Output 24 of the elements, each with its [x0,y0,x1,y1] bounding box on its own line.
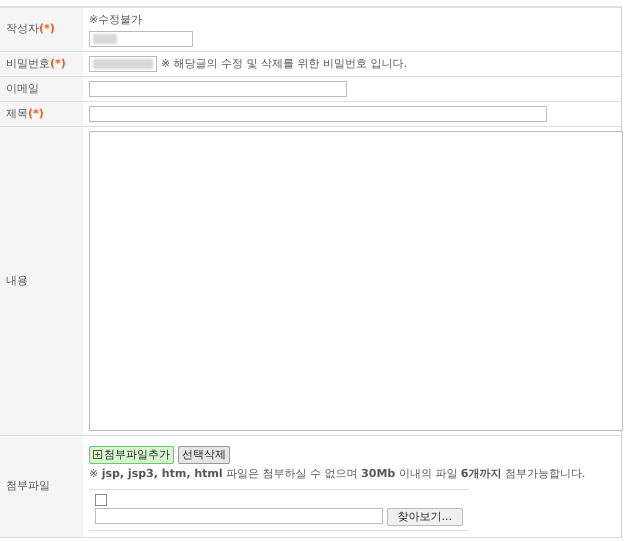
field-note: ※수정불가 [89,12,144,28]
field-note: ※ 해당글의 수정 및 삭제를 위한 비밀번호 입니다. [161,56,408,72]
text-field[interactable] [89,81,347,97]
field-label: 첨부파일 [6,478,50,494]
delete-selected-button[interactable]: 선택삭제 [178,446,230,464]
redacted-value [93,34,117,44]
add-file-button[interactable]: + 첨부파일추가 [89,446,174,464]
field-label: 작성자 [6,21,39,37]
password-field[interactable] [89,56,157,72]
attachment-note: ※ jsp, jsp3, htm, html 파일은 첨부하실 수 없으며 30Mb 이내의 파일 6개까지 첨부가능합니다. [89,466,586,482]
field-label: 이메일 [6,80,39,97]
field-label: 내용 [6,272,28,289]
required-mark: (*) [28,106,44,122]
file-checkbox[interactable] [95,494,107,506]
required-mark: (*) [39,21,55,37]
field-label: 비밀번호 [6,56,50,72]
file-path-field[interactable] [95,508,382,524]
name-field[interactable] [89,30,193,46]
text-field[interactable] [89,106,547,122]
field-label: 제목 [6,106,28,122]
redacted-value [93,58,153,69]
content-textarea[interactable] [89,131,623,431]
browse-button[interactable]: 찾아보기... [386,508,463,526]
required-mark: (*) [50,56,66,72]
